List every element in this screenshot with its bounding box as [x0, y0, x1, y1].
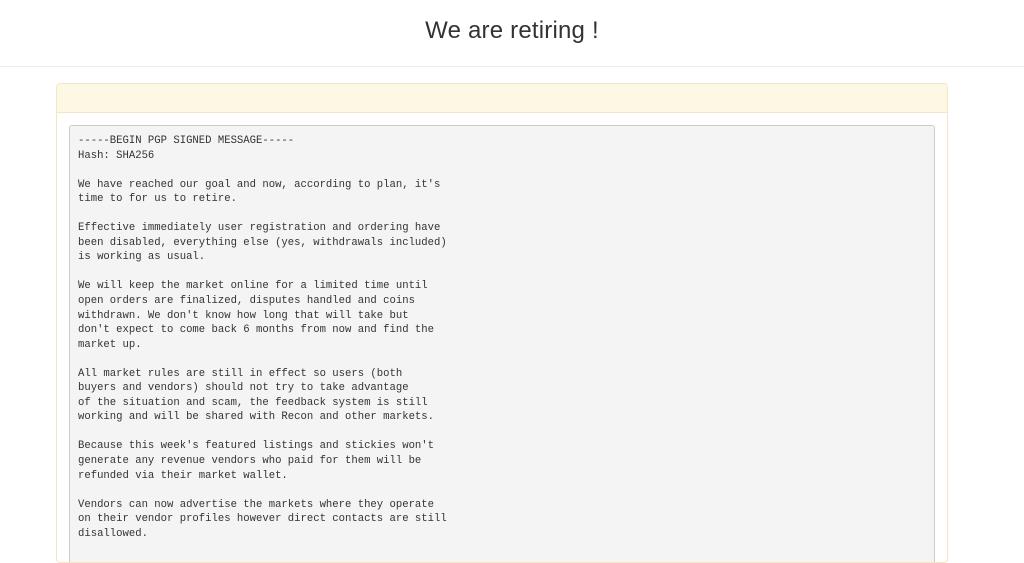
panel-body: -----BEGIN PGP SIGNED MESSAGE----- Hash: …	[57, 113, 947, 562]
message-line: market up.	[78, 338, 142, 351]
message-line: Vendors can now advertise the markets wh…	[78, 498, 435, 511]
page-header: We are retiring !	[0, 0, 1024, 67]
message-line: generate any revenue vendors who paid fo…	[78, 455, 422, 468]
message-line	[78, 207, 926, 222]
message-line	[78, 265, 926, 280]
message-line: All market rules are still in effect so …	[78, 367, 403, 380]
message-line: been disabled, everything else (yes, wit…	[78, 236, 447, 249]
message-line: Because this week's featured listings an…	[78, 440, 435, 453]
message-line	[78, 425, 926, 440]
message-line: open orders are finalized, disputes hand…	[78, 295, 415, 308]
message-line: disallowed.	[78, 527, 148, 540]
message-line: working and will be shared with Recon an…	[78, 411, 435, 424]
message-line: We have reached our goal and now, accord…	[78, 178, 441, 191]
page-title: We are retiring !	[425, 17, 599, 44]
announcement-panel: -----BEGIN PGP SIGNED MESSAGE----- Hash: …	[56, 83, 948, 563]
message-line: Hash: SHA256	[78, 149, 155, 162]
message-line: buyers and vendors) should not try to ta…	[78, 382, 409, 395]
message-line: withdrawn. We don't know how long that w…	[78, 309, 409, 322]
message-line: don't expect to come back 6 months from …	[78, 324, 435, 337]
message-line: We will keep the market online for a lim…	[78, 280, 428, 293]
panel-heading	[57, 84, 947, 113]
message-line: is working as usual.	[78, 251, 206, 264]
message-line	[78, 483, 926, 498]
message-line: refunded via their market wallet.	[78, 469, 288, 482]
message-line: on their vendor profiles however direct …	[78, 513, 447, 526]
message-line: time to for us to retire.	[78, 193, 237, 206]
pgp-signed-message: -----BEGIN PGP SIGNED MESSAGE----- Hash: …	[69, 125, 935, 562]
message-line: Effective immediately user registration …	[78, 222, 441, 235]
message-line: -----BEGIN PGP SIGNED MESSAGE-----	[78, 135, 295, 147]
message-line	[78, 352, 926, 367]
message-line	[78, 163, 926, 178]
message-line: of the situation and scam, the feedback …	[78, 396, 428, 409]
